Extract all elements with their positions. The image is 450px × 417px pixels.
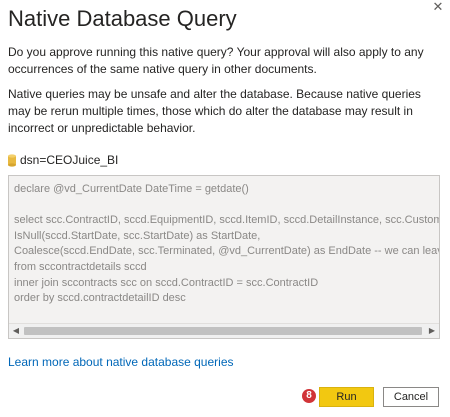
approval-text: Do you approve running this native query… <box>8 45 424 76</box>
dsn-text: dsn=CEOJuice_BI <box>20 153 119 167</box>
scroll-right-icon[interactable]: ▶ <box>425 324 439 338</box>
run-button[interactable]: Run <box>319 387 374 407</box>
warning-text: Native queries may be unsafe and alter t… <box>8 87 421 135</box>
data-source-label: dsn=CEOJuice_BI <box>8 152 118 168</box>
close-icon[interactable]: ✕ <box>430 0 446 14</box>
cancel-button[interactable]: Cancel <box>383 387 439 407</box>
step-badge: 8 <box>302 389 316 403</box>
database-icon <box>8 153 16 167</box>
learn-more-link[interactable]: Learn more about native database queries <box>8 355 234 369</box>
scrollbar-thumb[interactable] <box>24 327 422 335</box>
query-textbox[interactable]: declare @vd_CurrentDate DateTime = getda… <box>8 175 440 339</box>
dialog-title: Native Database Query <box>8 6 237 31</box>
query-text: declare @vd_CurrentDate DateTime = getda… <box>14 183 439 305</box>
horizontal-scrollbar[interactable]: ◀ ▶ <box>9 323 439 338</box>
scroll-left-icon[interactable]: ◀ <box>9 324 23 338</box>
